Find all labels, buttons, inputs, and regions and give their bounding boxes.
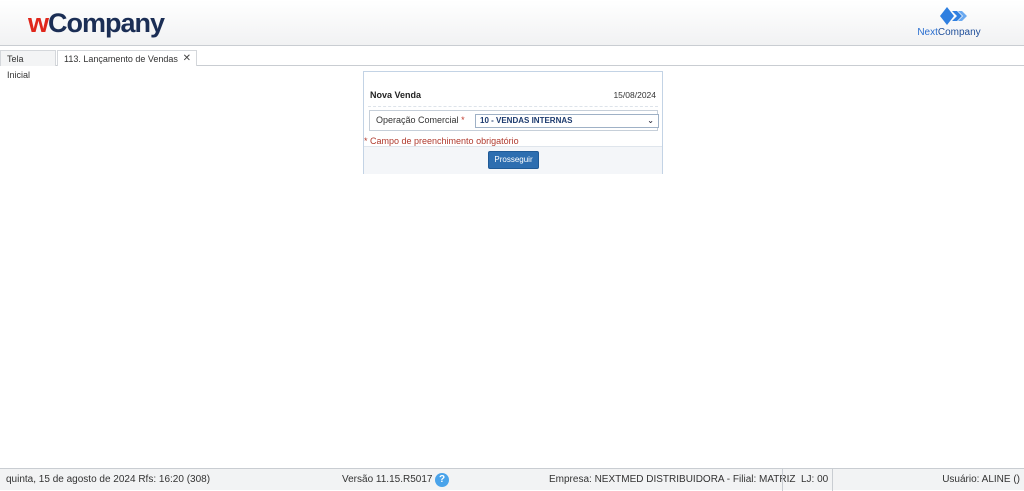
status-version: Versão 11.15.R5017: [342, 474, 433, 485]
panel-footer: Prosseguir: [364, 146, 662, 174]
prosseguir-button[interactable]: Prosseguir: [488, 151, 539, 169]
chevron-down-icon: ⌄: [647, 116, 654, 125]
required-mark: *: [461, 115, 465, 125]
nova-venda-panel: Nova Venda 15/08/2024 Operação Comercial…: [363, 71, 663, 174]
nextcompany-logo-text: NextCompany: [917, 27, 981, 38]
panel-title: Nova Venda: [370, 90, 422, 100]
divider: [368, 106, 658, 107]
status-date: quinta, 15 de agosto de 2024 Rfs: 16:20 …: [6, 474, 211, 485]
operacao-comercial-field: Operação Comercial * 10 - VENDAS INTERNA…: [369, 110, 659, 131]
tab-label: 113. Lançamento de Vendas: [64, 54, 178, 64]
status-empresa: Empresa: NEXTMED DISTRIBUIDORA - Filial:…: [549, 474, 796, 485]
wcompany-logo: wCompany: [28, 8, 165, 38]
status-divider: [782, 469, 783, 491]
status-divider: [832, 469, 833, 491]
required-field-note: * Campo de preenchimento obrigatório: [364, 136, 519, 146]
tab-lancamento-de-vendas[interactable]: 113. Lançamento de Vendas ✕: [57, 50, 197, 66]
status-user: Usuário: ALINE (): [942, 474, 1020, 485]
nextcompany-logo: NextCompany: [914, 5, 984, 41]
nextcompany-logo-mark-icon: [940, 7, 967, 25]
operacao-comercial-label: Operação Comercial *: [376, 115, 465, 125]
status-bar: quinta, 15 de agosto de 2024 Rfs: 16:20 …: [0, 468, 1024, 491]
operacao-comercial-select[interactable]: 10 - VENDAS INTERNAS ⌄: [475, 114, 659, 128]
tab-tela-inicial[interactable]: Tela Inicial: [0, 50, 56, 80]
status-lj: LJ: 00: [801, 474, 829, 485]
help-icon[interactable]: ?: [435, 473, 449, 487]
close-icon[interactable]: ✕: [183, 51, 191, 67]
app-header: wCompany NextCompany: [0, 0, 1024, 46]
panel-date: 15/08/2024: [613, 90, 656, 100]
tab-bar: Tela Inicial 113. Lançamento de Vendas ✕: [0, 50, 1024, 80]
